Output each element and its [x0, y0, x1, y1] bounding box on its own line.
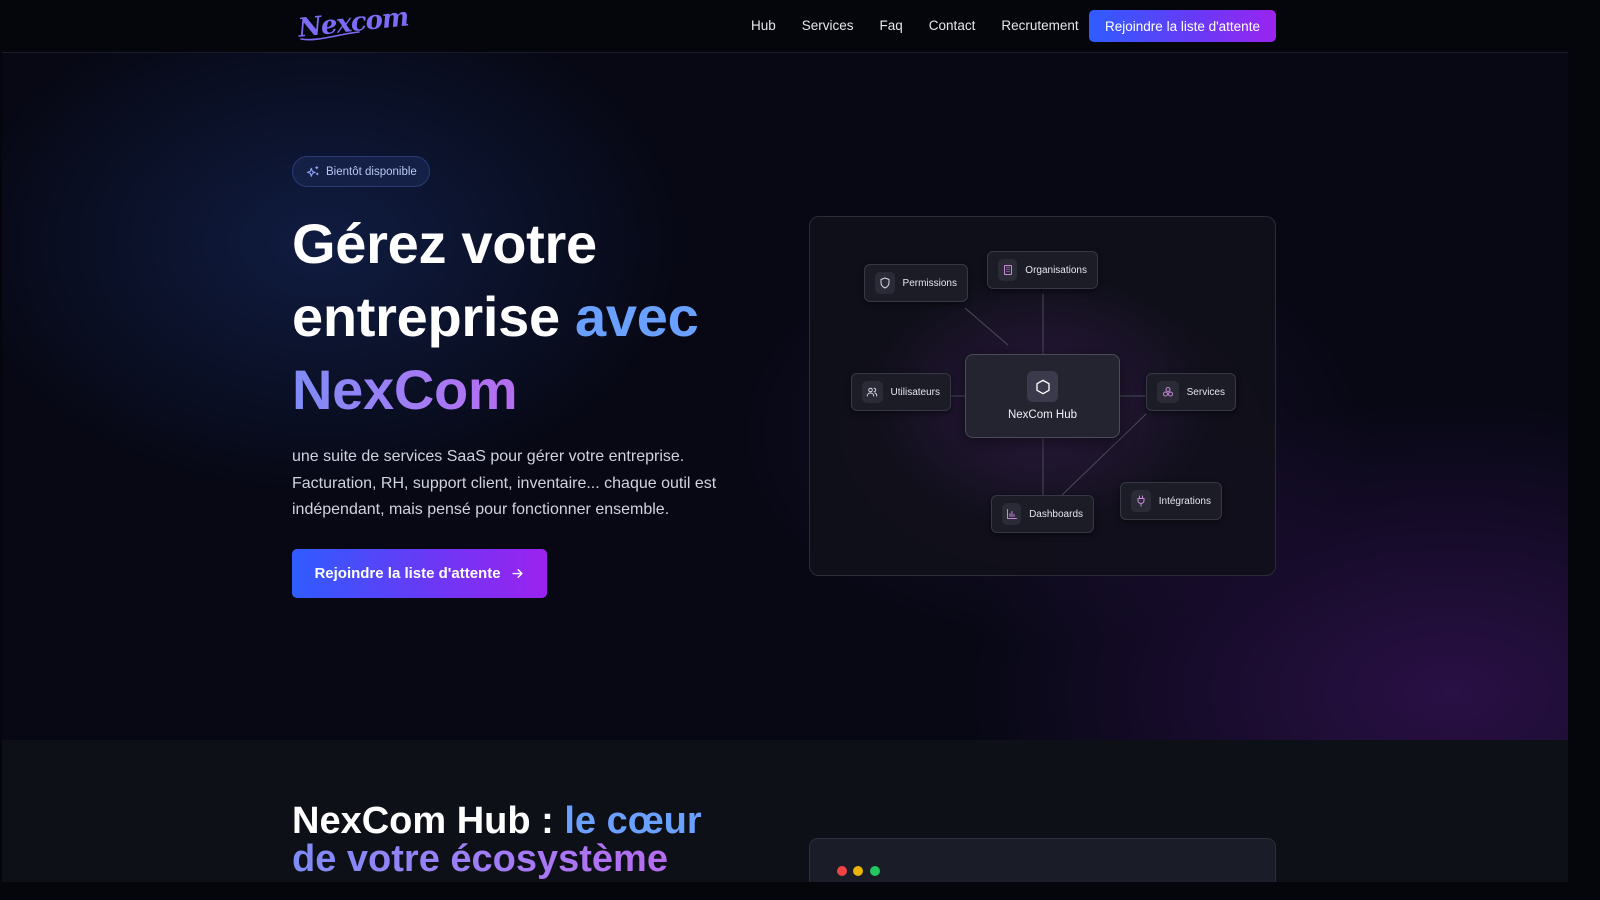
app-preview-window	[809, 838, 1276, 882]
window-dot-red	[837, 866, 847, 876]
nav-link-hub[interactable]: Hub	[751, 18, 776, 33]
ecosystem-diagram: Permissions Organisations Utilisateurs N…	[809, 216, 1276, 576]
window-dot-yellow	[853, 866, 863, 876]
node-label-integrations: Intégrations	[1158, 495, 1211, 507]
headline-part-3: NexCom	[292, 358, 518, 421]
diagram-node-dashboards: Dashboards	[991, 495, 1094, 533]
node-label-services: Services	[1186, 386, 1225, 398]
section-title-part-3: de votre écosystème	[292, 838, 668, 880]
hero-section: Bientôt disponible Gérez votre entrepris…	[2, 53, 1568, 740]
node-label-permissions: Permissions	[902, 277, 957, 289]
hub-section: NexCom Hub : le cœur de votre écosystème	[2, 740, 1568, 882]
nav-link-services[interactable]: Services	[802, 18, 854, 33]
diagram-node-permissions: Permissions	[864, 264, 968, 302]
nav-links: Hub Services Faq Contact Recrutement	[751, 18, 1105, 33]
node-label-organisations: Organisations	[1025, 264, 1087, 276]
headline-part-1: Gérez votre entreprise	[292, 212, 597, 348]
nav-waitlist-button[interactable]: Rejoindre la liste d'attente	[1089, 10, 1276, 42]
section-title-part-1: NexCom Hub :	[292, 800, 565, 842]
sparkles-icon	[307, 166, 319, 177]
node-label-dashboards: Dashboards	[1029, 508, 1083, 520]
blocks-icon	[1157, 381, 1179, 403]
coming-soon-badge: Bientôt disponible	[292, 156, 430, 187]
diagram-node-services: Services	[1146, 373, 1236, 411]
shield-icon	[875, 272, 895, 294]
diagram-node-utilisateurs: Utilisateurs	[851, 373, 951, 411]
hero-headline: Gérez votre entreprise avec NexCom	[292, 207, 772, 426]
nav-link-faq[interactable]: Faq	[880, 18, 903, 33]
diagram-hub-node: NexCom Hub	[965, 354, 1120, 438]
hero-waitlist-button[interactable]: Rejoindre la liste d'attente	[292, 549, 547, 598]
hub-section-title: NexCom Hub : le cœur de votre écosystème	[292, 802, 752, 878]
headline-part-2: avec	[575, 285, 699, 348]
page: Nexcom Hub Services Faq Contact Recrutem…	[2, 0, 1568, 882]
window-dot-green	[870, 866, 880, 876]
logo-swash-icon	[300, 31, 360, 41]
hub-label: NexCom Hub	[1007, 409, 1078, 421]
node-label-utilisateurs: Utilisateurs	[890, 386, 940, 398]
hero-cta-label: Rejoindre la liste d'attente	[314, 565, 501, 582]
diagram-node-organisations: Organisations	[987, 251, 1098, 289]
hero-description: une suite de services SaaS pour gérer vo…	[292, 448, 717, 518]
building-icon	[998, 259, 1018, 281]
diagram-node-integrations: Intégrations	[1120, 482, 1222, 520]
nav-link-contact[interactable]: Contact	[929, 18, 976, 33]
hexagon-icon	[1027, 371, 1058, 402]
users-icon	[862, 381, 883, 403]
badge-label: Bientôt disponible	[326, 165, 417, 178]
plug-icon	[1131, 490, 1151, 512]
bar-chart-icon	[1002, 503, 1022, 525]
arrow-right-icon	[511, 569, 523, 578]
nav-link-recrutement[interactable]: Recrutement	[1001, 18, 1078, 33]
top-navigation: Nexcom Hub Services Faq Contact Recrutem…	[2, 0, 1568, 53]
section-title-part-2: le cœur	[564, 800, 702, 842]
